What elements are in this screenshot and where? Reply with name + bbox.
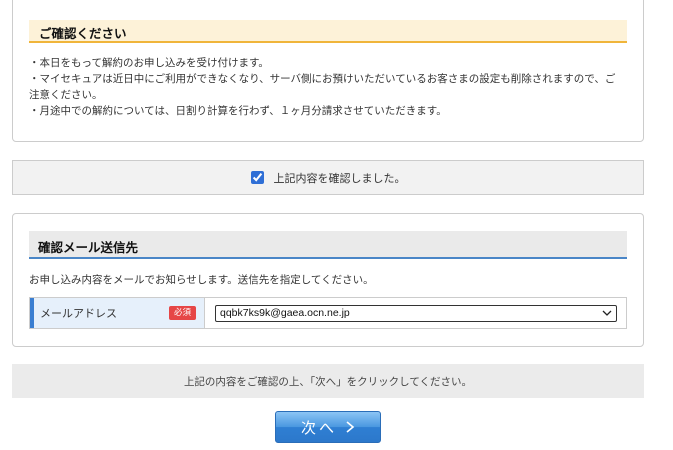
email-select[interactable]: qqbk7ks9k@gaea.ocn.ne.jp — [215, 304, 617, 322]
chevron-right-icon — [346, 421, 355, 433]
email-select-value: qqbk7ks9k@gaea.ocn.ne.jp — [220, 306, 350, 319]
footer-instruction: 上記の内容をご確認の上、「次へ」をクリックしてください。 — [183, 375, 473, 388]
email-row: メールアドレス 必須 qqbk7ks9k@gaea.ocn.ne.jp — [29, 297, 627, 329]
notice-text: ・本日をもって解約のお申し込みを受け付けます。 ・マイセキュアは近日中にご利用が… — [29, 55, 629, 119]
footer-instruction-bar: 上記の内容をご確認の上、「次へ」をクリックしてください。 — [12, 364, 644, 398]
email-field-cell: qqbk7ks9k@gaea.ocn.ne.jp — [205, 298, 626, 328]
email-section-title: 確認メール送信先 — [29, 231, 627, 259]
chevron-down-icon — [602, 310, 612, 316]
notice-line: ・本日をもって解約のお申し込みを受け付けます。 — [29, 57, 269, 69]
email-section: 確認メール送信先 お申し込み内容をメールでお知らせします。送信先を指定してくださ… — [12, 213, 644, 347]
next-button[interactable]: 次へ — [275, 411, 381, 443]
notice-line: ・マイセキュアは近日中にご利用ができなくなり、サーバ側にお預けいただいているお客… — [29, 73, 616, 85]
confirm-label[interactable]: 上記内容を確認しました。 — [274, 170, 406, 186]
notice-line: ・月途中での解約については、日割り計算を行わず、１ヶ月分請求させていただきます。 — [29, 105, 447, 117]
email-field-label: メールアドレス — [40, 307, 117, 320]
confirm-bar: 上記内容を確認しました。 — [12, 160, 644, 195]
notice-line: 注意ください。 — [29, 89, 103, 101]
notice-title: ご確認ください — [29, 20, 627, 43]
confirm-checkbox[interactable] — [250, 171, 264, 184]
email-description: お申し込み内容をメールでお知らせします。送信先を指定してください。 — [29, 274, 374, 286]
notice-box: ご確認ください ・本日をもって解約のお申し込みを受け付けます。 ・マイセキュアは… — [12, 0, 644, 142]
email-label-cell: メールアドレス 必須 — [30, 298, 205, 328]
next-button-label: 次へ — [300, 418, 337, 437]
required-badge: 必須 — [168, 306, 196, 320]
